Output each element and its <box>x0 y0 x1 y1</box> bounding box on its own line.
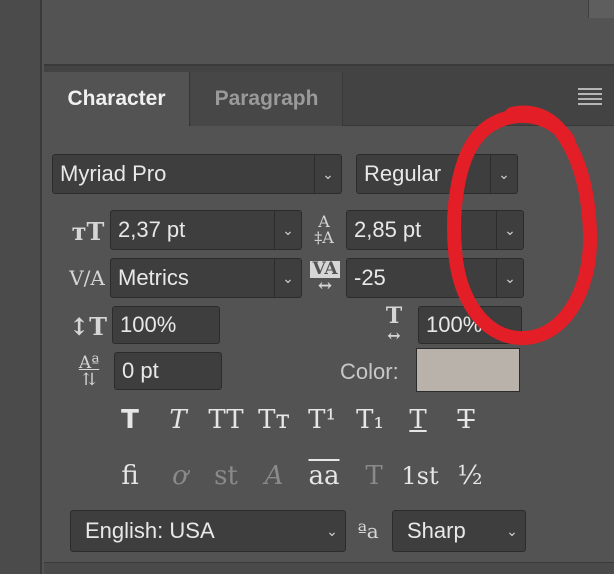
font-family-select[interactable]: Myriad Pro ⌄ <box>52 154 342 194</box>
tracking-icon: VA ↔ <box>310 259 340 296</box>
discretionary-ligatures-button[interactable]: st <box>206 456 246 496</box>
strikethrough-button[interactable]: T <box>446 400 486 440</box>
baseline-shift-field[interactable]: 0 pt <box>114 352 222 390</box>
tab-character[interactable]: Character <box>44 72 190 126</box>
color-swatch[interactable] <box>416 348 520 392</box>
font-size-field[interactable]: 2,37 pt ⌄ <box>110 210 302 250</box>
chevron-down-icon: ⌄ <box>274 259 301 297</box>
opentype-buttons-row: fi ơ st A aa T 1st ½ <box>110 456 490 496</box>
chevron-down-icon: ⌄ <box>496 259 523 297</box>
titling-alternates-button[interactable]: T <box>354 456 394 496</box>
vertical-scale-icon: ↕T <box>69 311 107 341</box>
superscript-button[interactable]: T¹ <box>302 400 342 440</box>
font-size-value: 2,37 pt <box>118 217 186 242</box>
horizontal-scale-value: 100% <box>426 312 483 337</box>
font-style-select[interactable]: Regular ⌄ <box>356 154 518 194</box>
font-family-value: Myriad Pro <box>60 161 167 186</box>
kerning-select[interactable]: Metrics ⌄ <box>110 258 302 298</box>
upper-panel <box>44 0 614 66</box>
anti-alias-value: Sharp <box>407 518 466 543</box>
panel-menu-icon[interactable] <box>578 88 602 106</box>
leading-icon: A ‡A <box>314 212 334 247</box>
color-label: Color: <box>340 359 399 384</box>
chevron-down-icon: ⌄ <box>490 155 517 193</box>
ordinals-button[interactable]: 1st <box>400 456 440 496</box>
font-size-icon: ᴛT <box>71 216 105 246</box>
kerning-icon: V/A <box>69 266 105 290</box>
chevron-down-icon: ⌄ <box>496 211 523 249</box>
vertical-scale-value: 100% <box>120 312 177 337</box>
tracking-value: -25 <box>354 265 386 290</box>
anti-alias-select[interactable]: Sharp ⌄ <box>392 510 526 552</box>
ligatures-button[interactable]: fi <box>110 456 150 496</box>
scrollbar-thumb[interactable] <box>588 0 614 18</box>
underline-button[interactable]: T <box>398 400 438 440</box>
faux-bold-button[interactable]: T <box>110 400 150 440</box>
chevron-down-icon: ⌄ <box>506 522 518 539</box>
stylistic-alternates-button[interactable]: aa <box>302 456 346 496</box>
swash-button[interactable]: A <box>254 456 294 496</box>
baseline-shift-icon: Aª ⇅ <box>78 353 100 390</box>
anti-alias-icon: ªa <box>357 519 379 543</box>
kerning-value: Metrics <box>118 265 189 290</box>
fractions-button[interactable]: ½ <box>450 456 490 496</box>
tab-paragraph[interactable]: Paragraph <box>191 72 343 126</box>
leading-value: 2,85 pt <box>354 217 422 242</box>
baseline-shift-value: 0 pt <box>122 358 159 383</box>
chevron-down-icon: ⌄ <box>274 211 301 249</box>
language-value: English: USA <box>85 518 215 543</box>
tracking-field[interactable]: -25 ⌄ <box>346 258 524 298</box>
horizontal-scale-icon: T ↔ <box>385 303 403 345</box>
all-caps-button[interactable]: TT <box>206 400 246 440</box>
small-caps-button[interactable]: Tт <box>254 400 294 440</box>
subscript-button[interactable]: T₁ <box>350 400 390 440</box>
bottom-panel-edge <box>44 562 614 574</box>
faux-italic-button[interactable]: T <box>158 400 198 440</box>
chevron-down-icon: ⌄ <box>314 155 341 193</box>
font-style-value: Regular <box>364 161 442 186</box>
chevron-down-icon: ⌄ <box>326 522 338 539</box>
style-buttons-row: T T TT Tт T¹ T₁ T T <box>110 400 490 440</box>
left-gutter <box>0 0 42 574</box>
language-select[interactable]: English: USA ⌄ <box>70 510 346 552</box>
horizontal-scale-field[interactable]: 100% <box>418 306 522 344</box>
leading-field[interactable]: 2,85 pt ⌄ <box>346 210 524 250</box>
vertical-scale-field[interactable]: 100% <box>112 306 220 344</box>
old-style-button[interactable]: ơ <box>160 456 200 496</box>
